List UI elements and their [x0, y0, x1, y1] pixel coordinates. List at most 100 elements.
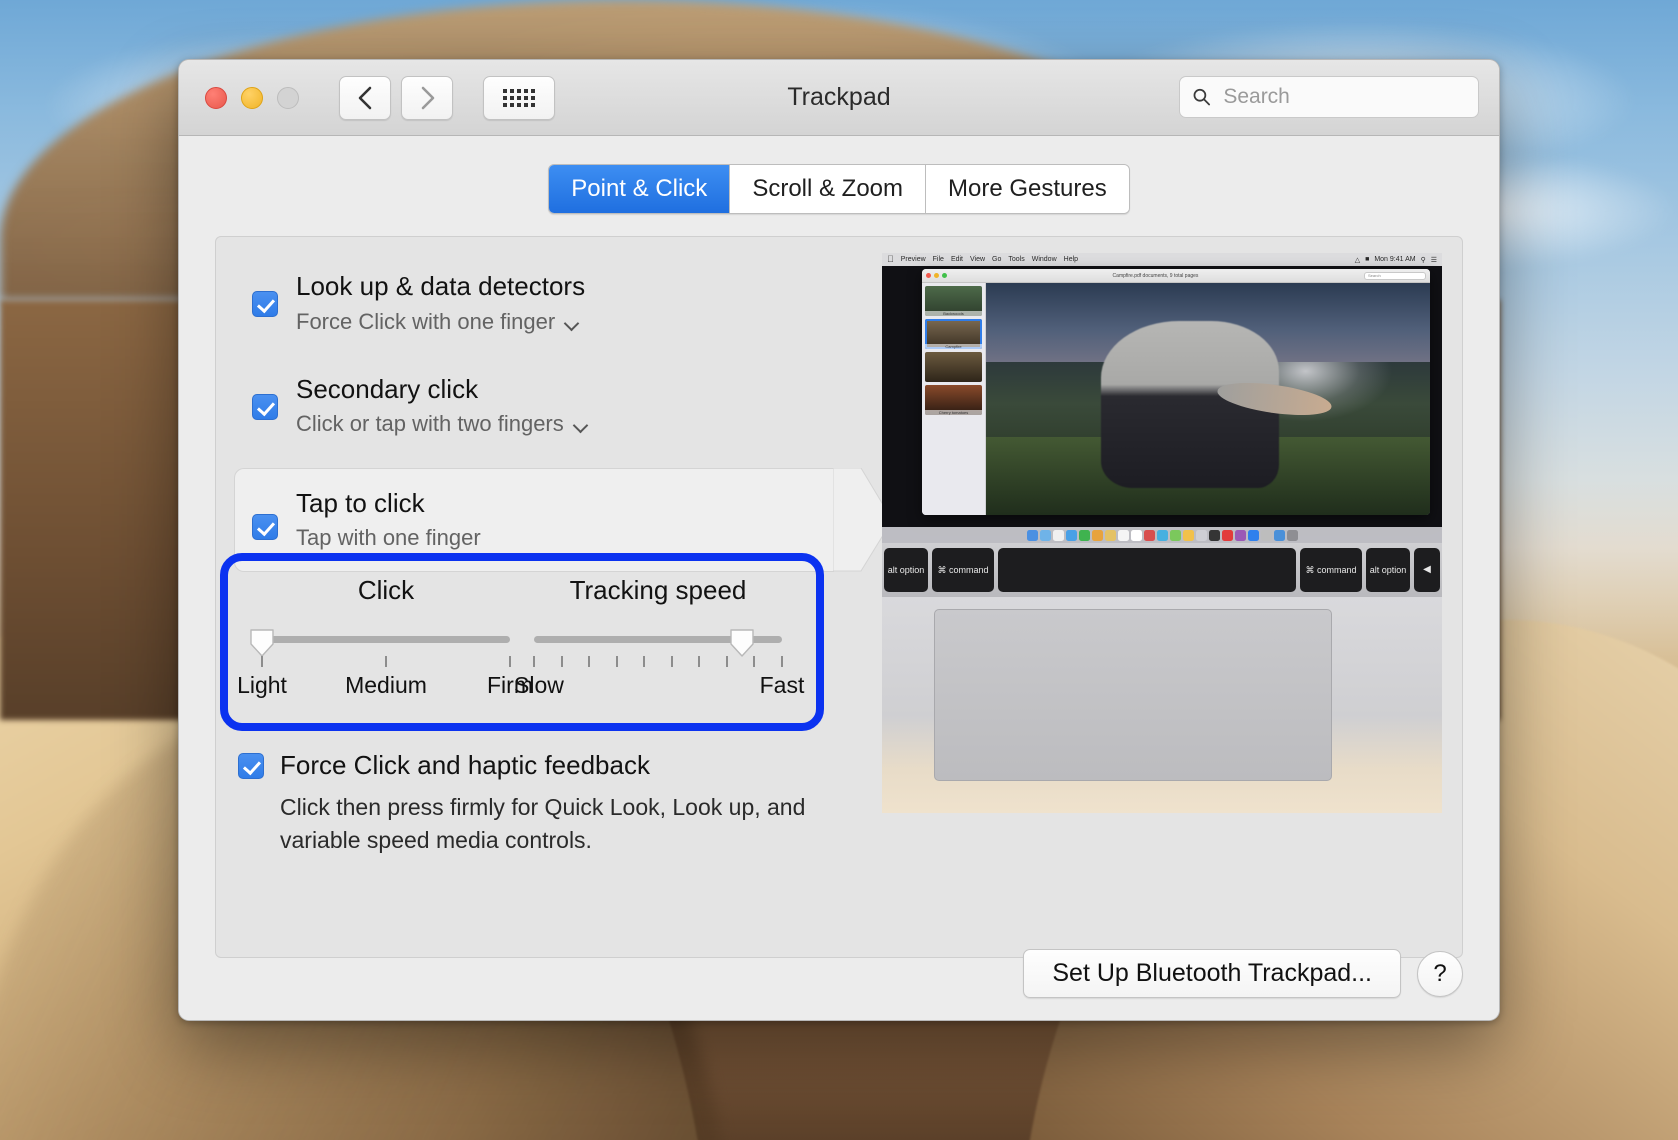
slider-tick — [533, 656, 535, 667]
touchbar-key-arrow[interactable]: ◀ — [1414, 548, 1440, 592]
touchbar-key-label: alt option — [1370, 565, 1407, 576]
dock-icon — [1248, 530, 1259, 541]
navigation-buttons — [339, 76, 453, 120]
option-row-secondary-click[interactable]: Secondary click Click or tap with two fi… — [234, 362, 849, 450]
clock: Mon 9:41 AM — [1374, 256, 1415, 263]
thumbnail — [925, 352, 982, 382]
option-row-look-up[interactable]: Look up & data detectors Force Click wit… — [234, 259, 849, 347]
checkbox-look-up[interactable] — [252, 291, 278, 317]
window-body: Point & Click Scroll & Zoom More Gesture… — [179, 136, 1499, 1020]
system-preferences-window: Trackpad Point & Click Scroll & Zoom Mor… — [178, 59, 1500, 1021]
checkbox-force-click[interactable] — [238, 753, 264, 779]
search-field[interactable] — [1179, 76, 1479, 118]
thumbnail-selected: Campfire — [925, 319, 982, 349]
search-input[interactable] — [1221, 84, 1466, 110]
tabs: Point & Click Scroll & Zoom More Gesture… — [548, 164, 1129, 214]
slider-tick — [698, 656, 700, 667]
trackpad-preview-image:  Preview File Edit View Go Tools Window… — [882, 253, 1442, 813]
slider-tick — [781, 656, 783, 667]
dock-icon — [1183, 530, 1194, 541]
apple-logo-icon:  — [887, 255, 894, 264]
force-click-text: Force Click and haptic feedback Click th… — [280, 749, 828, 856]
option-title: Tap to click — [296, 486, 481, 520]
touchbar-key-option-right[interactable]: alt option — [1366, 548, 1410, 592]
dock-icon — [1027, 530, 1038, 541]
menu-item: Window — [1032, 256, 1057, 263]
checkbox-tap-to-click[interactable] — [252, 514, 278, 540]
help-button[interactable]: ? — [1417, 951, 1463, 997]
tracking-speed-slider[interactable] — [522, 628, 794, 650]
thumbnail-caption: Cherry tomatoes — [925, 410, 982, 415]
slider-scale-label: Light — [237, 672, 287, 699]
slider-tick — [616, 656, 618, 667]
slider-scale-label: Fast — [760, 672, 805, 699]
touchbar-key-space[interactable] — [998, 548, 1296, 592]
tab-scroll-and-zoom[interactable]: Scroll & Zoom — [730, 165, 926, 213]
option-subtitle-dropdown[interactable]: Click or tap with two fingers — [296, 408, 588, 440]
search-icon — [1192, 86, 1211, 108]
slider-scale-label: Medium — [345, 672, 427, 699]
laptop-base — [882, 597, 1442, 813]
touchbar-key-command-left[interactable]: ⌘ command — [932, 548, 994, 592]
slider-scale-label: Slow — [514, 672, 564, 699]
content-panel: Look up & data detectors Force Click wit… — [215, 236, 1463, 958]
slider-tick — [753, 656, 755, 667]
preview-app-title: Campfire.pdf documents, 9 total pages — [950, 273, 1361, 279]
chevron-down-icon[interactable] — [574, 420, 588, 428]
click-slider-group: Click LightMediumFirm — [250, 575, 522, 723]
traffic-lights[interactable] — [205, 87, 299, 109]
tab-point-and-click[interactable]: Point & Click — [549, 165, 730, 213]
control-center-icon: ☰ — [1431, 256, 1437, 264]
touch-bar[interactable]: alt option ⌘ command ⌘ command alt optio… — [882, 543, 1442, 597]
chevron-right-icon — [418, 85, 436, 111]
forward-button[interactable] — [401, 76, 453, 120]
dock-icon — [1196, 530, 1207, 541]
close-button[interactable] — [205, 87, 227, 109]
touchbar-key-option-left[interactable]: alt option — [884, 548, 928, 592]
touchbar-key-command-right[interactable]: ⌘ command — [1300, 548, 1362, 592]
minimize-button[interactable] — [241, 87, 263, 109]
slider-tick — [671, 656, 673, 667]
zoom-button[interactable] — [277, 87, 299, 109]
tracking-speed-slider-group: Tracking speed SlowFast — [522, 575, 794, 723]
settings-column: Look up & data detectors Force Click wit… — [234, 259, 849, 575]
option-subtitle-dropdown[interactable]: Force Click with one finger — [296, 306, 585, 338]
slider-tick — [385, 656, 387, 667]
wifi-icon: △ — [1355, 256, 1360, 264]
click-slider-ticks — [250, 654, 522, 668]
click-slider[interactable] — [250, 628, 522, 650]
battery-icon: ■ — [1365, 256, 1369, 263]
option-subtitle: Force Click with one finger — [296, 306, 555, 338]
force-click-title: Force Click and haptic feedback — [280, 749, 828, 783]
option-row-force-click[interactable]: Force Click and haptic feedback Click th… — [238, 749, 828, 856]
tracking-speed-slider-scale: SlowFast — [522, 672, 794, 704]
dock-icon — [1144, 530, 1155, 541]
tab-more-gestures[interactable]: More Gestures — [926, 165, 1129, 213]
preview-app-search: Search — [1364, 272, 1426, 280]
tap-to-click-callout-pointer — [833, 468, 886, 572]
click-slider-track[interactable] — [262, 636, 510, 643]
menu-item: View — [970, 256, 985, 263]
preview-app-sidebar: Backwoods Campfire Cherry tomatoes — [922, 283, 986, 515]
dock-icon — [1209, 530, 1220, 541]
checkbox-secondary-click[interactable] — [252, 394, 278, 420]
slider-tick — [561, 656, 563, 667]
minimize-button — [934, 273, 939, 278]
option-title: Look up & data detectors — [296, 269, 585, 303]
click-slider-scale: LightMediumFirm — [250, 672, 522, 704]
menu-item: File — [933, 256, 944, 263]
back-button[interactable] — [339, 76, 391, 120]
chevron-down-icon[interactable] — [565, 318, 579, 326]
window-titlebar: Trackpad — [179, 60, 1499, 136]
dock-icon — [1287, 530, 1298, 541]
menu-item: Help — [1064, 256, 1078, 263]
dock-icon — [1092, 530, 1103, 541]
option-text: Secondary click Click or tap with two fi… — [296, 372, 588, 440]
dock-icon — [1170, 530, 1181, 541]
option-title: Secondary click — [296, 372, 588, 406]
touchbar-key-label: alt option — [888, 565, 925, 576]
option-subtitle: Click or tap with two fingers — [296, 408, 564, 440]
chevron-left-icon — [356, 85, 374, 111]
show-all-button[interactable] — [483, 76, 555, 120]
set-up-bluetooth-trackpad-button[interactable]: Set Up Bluetooth Trackpad... — [1023, 949, 1401, 998]
